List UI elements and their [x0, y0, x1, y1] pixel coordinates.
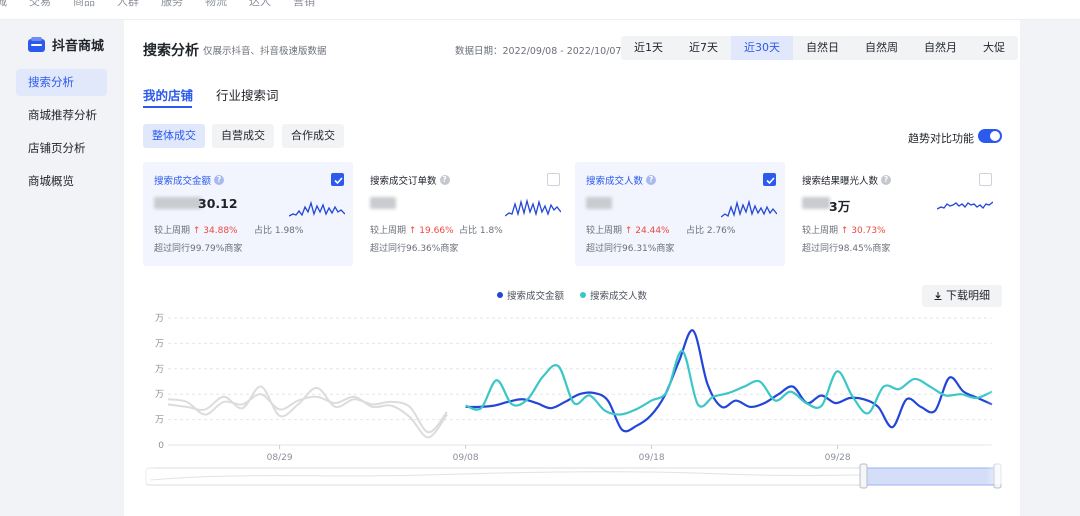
topnav-item[interactable]: 人群 — [117, 0, 139, 9]
zoom-handle-left — [859, 463, 868, 489]
topnav-item[interactable]: 营销 — [293, 0, 315, 9]
sidebar-item-shop-page[interactable]: 店铺页分析 — [16, 135, 107, 162]
x-tick-label: 08/29 — [267, 453, 293, 463]
chart-fade-right — [986, 314, 1020, 484]
main-panel: 搜索分析 仅展示抖音、抖音极速版数据 数据日期：2022/09/08 - 202… — [124, 20, 1020, 516]
topnav-item[interactable]: 物流 — [205, 0, 227, 9]
sidebar-item-search-analysis[interactable]: 搜索分析 — [16, 69, 107, 96]
previous-period-buyers-line — [167, 393, 448, 439]
x-tick-label: 09/28 — [825, 453, 851, 463]
chart-fade-left — [124, 314, 158, 484]
sidebar-item-mall-recommend[interactable]: 商城推荐分析 — [16, 102, 107, 129]
brand[interactable]: 抖音商城 — [27, 35, 104, 54]
previous-period-gmv-line — [167, 385, 448, 434]
trend-chart: 0万万万万万08/29 09/08 09/18 09/28 — [145, 314, 1002, 489]
zoom-slider-selection — [864, 467, 999, 486]
topnav-item[interactable]: 服务 — [161, 0, 183, 9]
x-tick-label: 09/18 — [639, 453, 665, 463]
sidebar-item-mall-overview[interactable]: 商城概览 — [16, 168, 107, 195]
topnav-item[interactable]: 达人 — [249, 0, 271, 9]
brand-name: 抖音商城 — [52, 39, 105, 54]
douyin-mall-logo-icon — [27, 36, 46, 53]
top-navigation: 城 交易 商品 人群 服务 物流 达人 营销 — [0, 0, 1080, 20]
topnav-item[interactable]: 城 — [0, 0, 7, 9]
series-line-gmv — [465, 329, 993, 433]
topnav-item[interactable]: 商品 — [73, 0, 95, 9]
sidebar: 抖音商城 搜索分析 商城推荐分析 店铺页分析 商城概览 — [0, 20, 116, 516]
topnav-item[interactable]: 交易 — [29, 0, 51, 9]
y-tick-label: 0 — [158, 441, 164, 451]
x-tick-label: 09/08 — [453, 453, 479, 463]
